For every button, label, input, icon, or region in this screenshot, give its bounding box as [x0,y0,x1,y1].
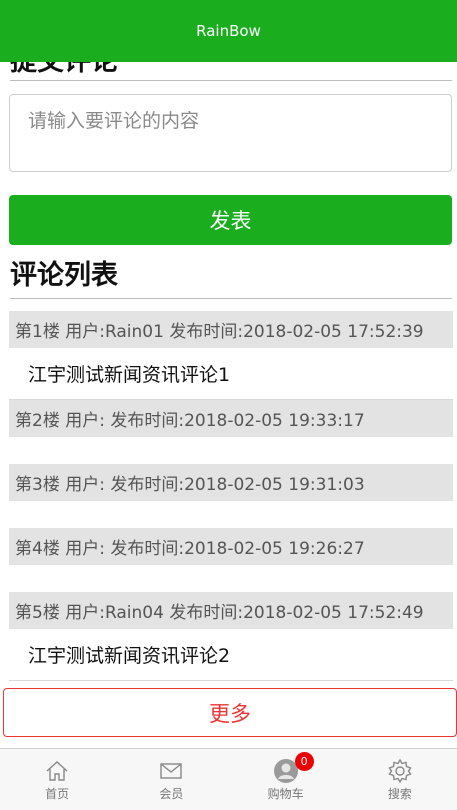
load-more-button[interactable]: 更多 [3,688,457,737]
comment-text [9,437,453,464]
comment-text: 江宇测试新闻资讯评论1 [9,348,453,400]
tab-member[interactable]: 会员 [114,758,228,802]
app-header: RainBow [0,0,457,62]
comment-input[interactable]: 请输入要评论的内容 [9,94,452,172]
tab-home[interactable]: 首页 [0,758,114,802]
mail-icon [160,762,183,779]
comment-item: 第1楼 用户:Rain01 发布时间:2018-02-05 17:52:39 江… [9,311,453,400]
tab-label: 首页 [45,786,70,801]
tab-cart[interactable]: 0 购物车 [229,751,343,802]
comment-meta: 第5楼 用户:Rain04 发布时间:2018-02-05 17:52:49 [9,592,453,629]
publish-button[interactable]: 发表 [9,195,452,245]
gear-icon [388,758,412,783]
bottom-tab-bar: 首页 会员 0 购物车 搜索 [0,748,457,810]
comment-item: 第3楼 用户: 发布时间:2018-02-05 19:31:03 [9,464,453,528]
comment-item: 第2楼 用户: 发布时间:2018-02-05 19:33:17 [9,400,453,464]
comment-text [9,501,453,528]
cart-count-badge: 0 [294,751,314,771]
comment-list-title: 评论列表 [10,260,118,291]
tab-label: 会员 [159,786,184,801]
app-title: RainBow [196,22,261,40]
tab-label: 搜索 [387,786,412,801]
divider [10,80,452,81]
tab-search[interactable]: 搜索 [343,758,457,802]
comment-meta: 第4楼 用户: 发布时间:2018-02-05 19:26:27 [9,528,453,565]
comment-meta: 第2楼 用户: 发布时间:2018-02-05 19:33:17 [9,400,453,437]
comment-list: 第1楼 用户:Rain01 发布时间:2018-02-05 17:52:39 江… [9,311,453,681]
comment-text [9,565,453,592]
comment-item: 第4楼 用户: 发布时间:2018-02-05 19:26:27 [9,528,453,592]
page-content: 提交评论 请输入要评论的内容 发表 评论列表 第1楼 用户:Rain01 发布时… [0,0,457,748]
comment-meta: 第3楼 用户: 发布时间:2018-02-05 19:31:03 [9,464,453,501]
divider [10,298,452,299]
comment-text: 江宇测试新闻资讯评论2 [9,629,453,681]
comment-item: 第5楼 用户:Rain04 发布时间:2018-02-05 17:52:49 江… [9,592,453,681]
tab-label: 购物车 [267,786,304,801]
home-icon [46,760,68,781]
comment-meta: 第1楼 用户:Rain01 发布时间:2018-02-05 17:52:39 [9,311,453,348]
